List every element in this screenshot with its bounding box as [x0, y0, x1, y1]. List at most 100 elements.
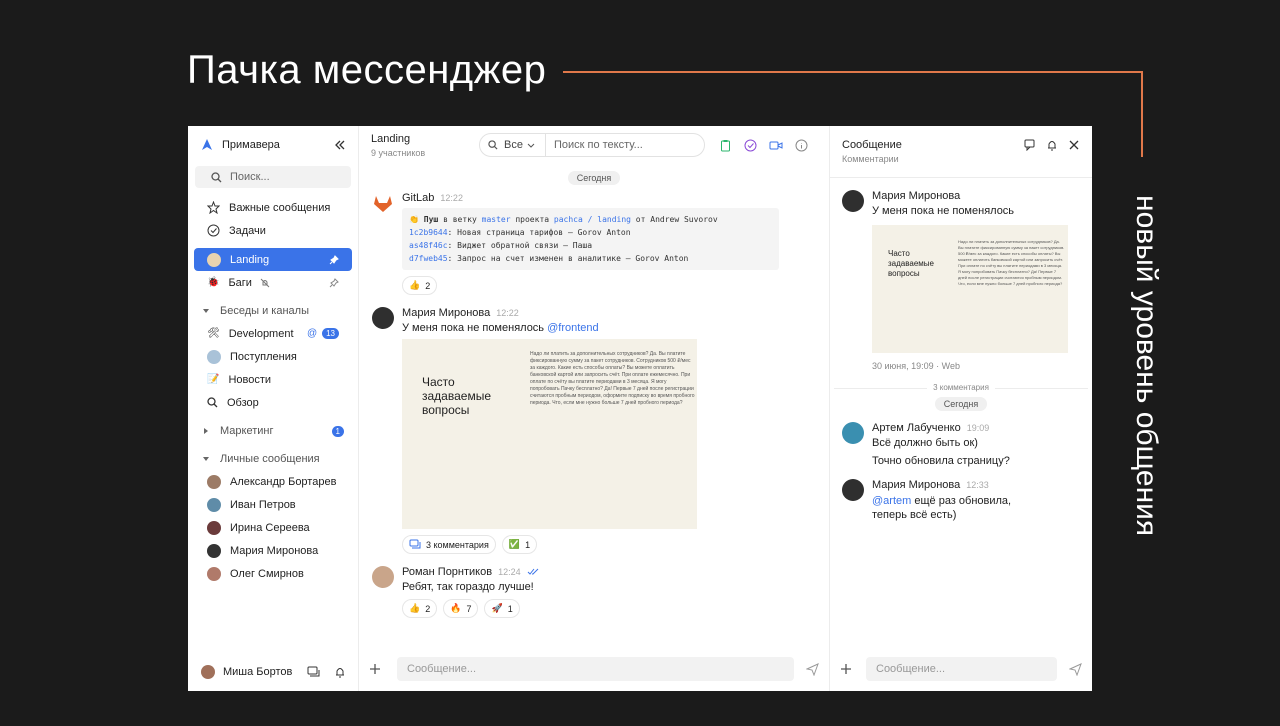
- comments-icon: [409, 539, 421, 550]
- section-label: Маркетинг: [220, 425, 274, 437]
- branch-link[interactable]: master: [482, 215, 511, 224]
- project-link[interactable]: pachca / landing: [554, 215, 631, 224]
- mention-link[interactable]: @artem: [872, 495, 911, 507]
- avatar: [842, 190, 864, 212]
- dm-item[interactable]: Мария Миронова: [194, 539, 352, 562]
- message-author: Мария Миронова: [872, 190, 961, 202]
- search-icon: [211, 171, 222, 183]
- thread-composer: Сообщение...: [840, 657, 1082, 681]
- avatar: [372, 307, 394, 329]
- chat-search[interactable]: Все Поиск по тексту...: [479, 133, 705, 157]
- dm-item[interactable]: Иван Петров: [194, 493, 352, 516]
- mention-icon: @: [306, 328, 318, 339]
- info-icon[interactable]: [795, 139, 808, 152]
- message-time: 12:22: [440, 193, 463, 203]
- message-author: GitLab: [402, 192, 435, 204]
- chat-subtitle: 9 участников: [371, 147, 426, 158]
- message-author: Мария Миронова: [872, 479, 961, 491]
- chats-icon[interactable]: [307, 666, 320, 678]
- comments-button[interactable]: 3 комментария: [402, 535, 496, 554]
- sidebar-item-review[interactable]: Обзор: [194, 391, 352, 414]
- plus-icon[interactable]: [840, 663, 852, 675]
- message-time: 12:24: [498, 567, 521, 577]
- hero-title: Пачка мессенджер: [187, 48, 547, 92]
- video-call-icon[interactable]: [769, 139, 783, 152]
- section-marketing[interactable]: Маркетинг 1: [188, 420, 358, 442]
- sidebar-item-tasks[interactable]: Задачи: [194, 219, 352, 242]
- sidebar-item-label: Новости: [228, 373, 272, 386]
- avatar: [372, 566, 394, 588]
- send-icon[interactable]: [1069, 662, 1082, 676]
- reaction-check[interactable]: ✅ 1: [501, 535, 538, 554]
- message-time: 12:33: [966, 480, 989, 490]
- bookmark-icon[interactable]: [1024, 139, 1036, 151]
- task-check-icon[interactable]: [744, 139, 757, 152]
- mute-icon: [260, 278, 329, 288]
- avatar: [842, 422, 864, 444]
- decor-line-horizontal: [563, 71, 1143, 73]
- sidebar-item-important[interactable]: Важные сообщения: [194, 196, 352, 219]
- note-icon: 📝: [207, 374, 220, 385]
- dm-item[interactable]: Александр Бортарев: [194, 470, 352, 493]
- sidebar-item-income[interactable]: Поступления: [194, 345, 352, 368]
- chat-panel: Landing 9 участников Все Поиск по тексту…: [359, 126, 830, 691]
- avatar: [842, 479, 864, 501]
- plus-icon[interactable]: [369, 663, 381, 675]
- close-icon[interactable]: [1068, 139, 1080, 151]
- sidebar-item-news[interactable]: 📝 Новости: [194, 368, 352, 391]
- workspace-name: Примавера: [222, 139, 280, 151]
- dm-item[interactable]: Олег Смирнов: [194, 562, 352, 585]
- avatar: [207, 474, 221, 489]
- message-roman: Роман Порнтиков 12:24 Ребят, так гораздо …: [359, 566, 829, 618]
- workspace-header[interactable]: Примавера: [188, 126, 358, 164]
- search-text-input[interactable]: Поиск по тексту...: [554, 139, 643, 151]
- mention-link[interactable]: @frontend: [547, 322, 599, 334]
- faq-image[interactable]: Часто задаваемые вопросы Надо ли платить…: [402, 339, 697, 529]
- collapse-sidebar-icon[interactable]: [334, 139, 346, 151]
- bell-icon[interactable]: [1046, 139, 1058, 151]
- faq-image[interactable]: Часто задаваемые вопросы Надо ли платить…: [872, 225, 1068, 353]
- message-input[interactable]: Сообщение...: [397, 657, 794, 681]
- section-channels[interactable]: Беседы и каналы: [188, 300, 358, 322]
- reaction[interactable]: 🔥 7: [443, 599, 479, 618]
- reaction-thumbs-up[interactable]: 👍 2: [402, 276, 438, 295]
- sidebar-item-development[interactable]: 🛠 Development @ 13: [194, 322, 352, 345]
- dm-item[interactable]: Ирина Сереева: [194, 516, 352, 539]
- tools-icon: 🛠: [207, 328, 220, 339]
- bug-icon: 🐞: [207, 277, 220, 288]
- message-author: Артем Лабученко: [872, 422, 961, 434]
- dm-label: Мария Миронова: [230, 544, 319, 557]
- sidebar-item-label: Landing: [230, 253, 270, 266]
- bell-icon[interactable]: [334, 666, 346, 678]
- thread-subtitle: Комментарии: [842, 154, 899, 164]
- avatar: [201, 665, 215, 679]
- clipboard-icon[interactable]: [719, 139, 732, 152]
- message-meta: 30 июня, 19:09 · Web: [872, 361, 960, 371]
- message-author: Роман Порнтиков: [402, 566, 493, 578]
- thread-panel: Сообщение Комментарии Мария Миронова У м…: [830, 126, 1092, 691]
- commit-hash[interactable]: 1c2b9644: [409, 228, 448, 237]
- reaction[interactable]: 👍 2: [402, 599, 438, 618]
- dm-label: Ирина Сереева: [230, 521, 310, 534]
- sidebar-item-label: Поступления: [230, 350, 297, 363]
- app-window: Примавера Поиск... Важные сообщения Зада…: [188, 126, 1092, 691]
- avatar: [207, 497, 221, 512]
- thread-reply: Артем Лабученко 19:09 Всё должно быть ок)…: [830, 422, 1092, 467]
- filter-select[interactable]: Все: [504, 139, 523, 151]
- sidebar: Примавера Поиск... Важные сообщения Зада…: [188, 126, 359, 691]
- sidebar-item-landing[interactable]: Landing: [194, 248, 352, 271]
- section-dms[interactable]: Личные сообщения: [188, 448, 358, 470]
- reaction[interactable]: 🚀 1: [484, 599, 520, 618]
- thread-reply: Мария Миронова 12:33 @artem ещё раз обнов…: [830, 479, 1092, 522]
- current-user-name: Миша Бортов: [223, 666, 293, 678]
- thread-title: Сообщение: [842, 139, 902, 151]
- sidebar-item-label: Development: [228, 327, 294, 340]
- sidebar-search[interactable]: Поиск...: [195, 166, 351, 188]
- commit-hash[interactable]: d7fweb45: [409, 254, 448, 263]
- commit-hash[interactable]: as48f46c: [409, 241, 448, 250]
- send-icon[interactable]: [806, 662, 819, 676]
- current-user: Миша Бортов: [201, 665, 346, 679]
- sidebar-item-bugs[interactable]: 🐞 Баги: [194, 271, 352, 294]
- check-circle-icon: [207, 224, 220, 237]
- comment-input[interactable]: Сообщение...: [866, 657, 1057, 681]
